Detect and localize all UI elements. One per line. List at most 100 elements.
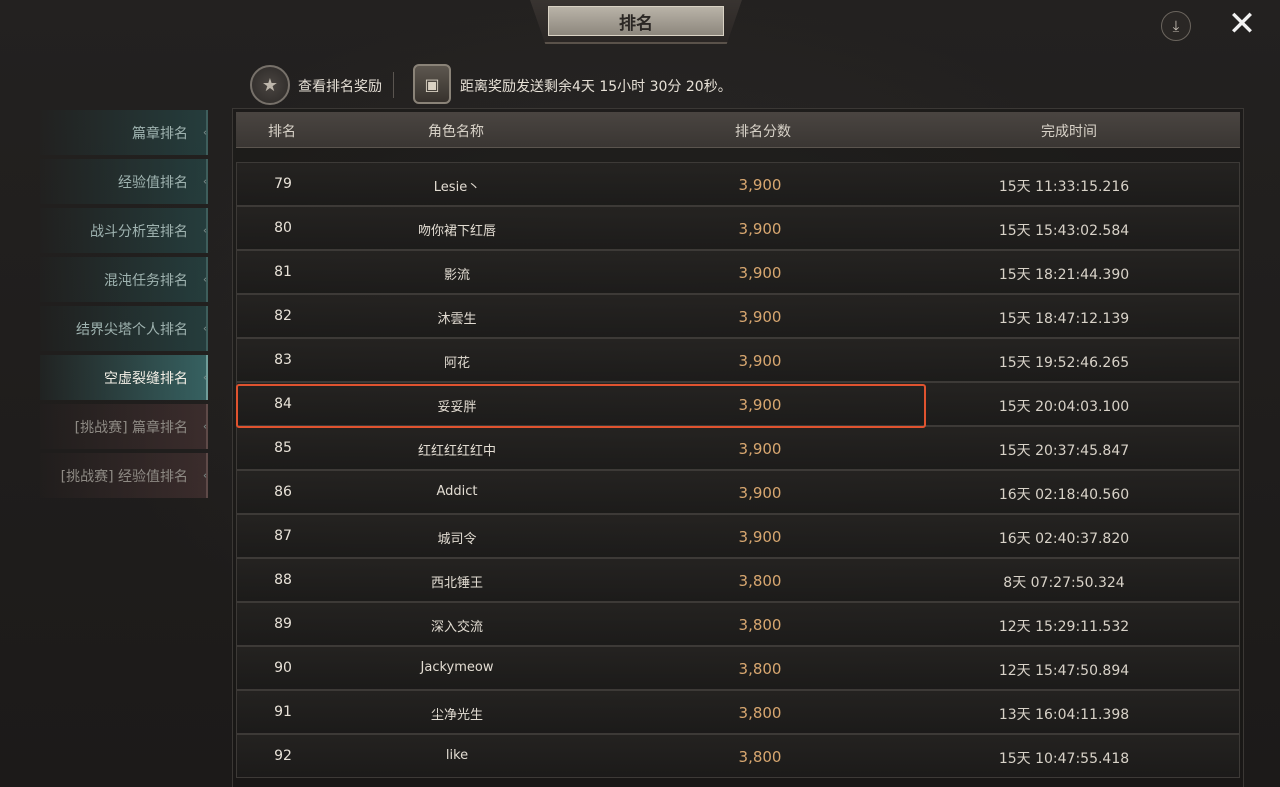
chevron-left-icon: ‹ (203, 176, 207, 187)
sidebar-item-label: 空虚裂缝排名 (104, 370, 188, 387)
column-header-score: 排名分数 (735, 124, 791, 140)
table-row[interactable]: 85 红红红红红中 3,900 15天 20:37:45.847 (236, 426, 1240, 470)
completion-time-cell: 15天 18:21:44.390 (998, 267, 1130, 283)
sidebar-item-label: 混沌任务排名 (104, 272, 188, 289)
reward-countdown-text: 距离奖励发送剩余4天 15小时 30分 20秒。 (460, 79, 732, 95)
rank-cell: 84 (274, 396, 292, 412)
table-row[interactable]: 87 城司令 3,900 16天 02:40:37.820 (236, 514, 1240, 558)
sidebar-item-chapter[interactable]: 篇章排名 ‹ (40, 110, 208, 155)
player-name-cell: Jackymeow (420, 660, 494, 675)
score-cell: 3,900 (738, 352, 782, 370)
close-icon[interactable]: ✕ (1224, 6, 1260, 42)
table-row[interactable]: 91 尘净光生 3,800 13天 16:04:11.398 (236, 690, 1240, 734)
table-row[interactable]: 80 吻你裙下红唇 3,900 15天 15:43:02.584 (236, 206, 1240, 250)
table-row[interactable]: 81 影流 3,900 15天 18:21:44.390 (236, 250, 1240, 294)
sidebar-item-label: [挑战赛] 经验值排名 (60, 468, 188, 485)
table-row[interactable]: 89 深入交流 3,800 12天 15:29:11.532 (236, 602, 1240, 646)
player-name-cell: like (445, 748, 469, 763)
download-arrow-icon[interactable]: ⤓ (1161, 11, 1191, 41)
score-cell: 3,900 (738, 528, 782, 546)
sidebar-item-tower-individual[interactable]: 结界尖塔个人排名 ‹ (40, 306, 208, 351)
rank-cell: 80 (274, 220, 292, 236)
score-cell: 3,800 (738, 660, 782, 678)
score-cell: 3,900 (738, 308, 782, 326)
rank-cell: 88 (274, 572, 292, 588)
completion-time-cell: 16天 02:18:40.560 (998, 487, 1130, 503)
completion-time-cell: 13天 16:04:11.398 (998, 707, 1130, 723)
rank-cell: 90 (274, 660, 292, 676)
view-rewards-link[interactable]: 查看排名奖励 (298, 76, 382, 96)
rank-cell: 91 (274, 704, 292, 720)
rank-cell: 79 (274, 176, 292, 192)
player-name-cell: 影流 (443, 268, 471, 283)
player-name-cell: 红红红红红中 (417, 444, 497, 459)
completion-time-cell: 15天 10:47:55.418 (998, 751, 1130, 767)
table-row[interactable]: 92 like 3,800 15天 10:47:55.418 (236, 734, 1240, 778)
table-row[interactable]: 90 Jackymeow 3,800 12天 15:47:50.894 (236, 646, 1240, 690)
table-row[interactable]: 84 妥妥胖 3,900 15天 20:04:03.100 (236, 382, 1240, 426)
chevron-left-icon: ‹ (203, 225, 207, 236)
rank-cell: 82 (274, 308, 292, 324)
rank-cell: 86 (274, 484, 292, 500)
completion-time-cell: 15天 18:47:12.139 (998, 311, 1130, 327)
sidebar-item-chaos-quest[interactable]: 混沌任务排名 ‹ (40, 257, 208, 302)
chevron-left-icon: ‹ (203, 470, 207, 481)
player-name-cell: 阿花 (443, 356, 471, 371)
sidebar-item-combat-analysis[interactable]: 战斗分析室排名 ‹ (40, 208, 208, 253)
chevron-left-icon: ‹ (203, 372, 207, 383)
rank-cell: 83 (274, 352, 292, 368)
table-row[interactable]: 83 阿花 3,900 15天 19:52:46.265 (236, 338, 1240, 382)
score-cell: 3,900 (738, 264, 782, 282)
rank-cell: 81 (274, 264, 292, 280)
score-cell: 3,800 (738, 572, 782, 590)
completion-time-cell: 12天 15:29:11.532 (998, 619, 1130, 635)
player-name-cell: 城司令 (437, 532, 477, 547)
completion-time-cell: 15天 19:52:46.265 (998, 355, 1130, 371)
rank-cell: 85 (274, 440, 292, 456)
column-header-name: 角色名称 (428, 124, 484, 140)
completion-time-cell: 16天 02:40:37.820 (998, 531, 1130, 547)
sidebar-item-challenge-chapter[interactable]: [挑战赛] 篇章排名 ‹ (40, 404, 208, 449)
table-row[interactable]: 86 Addict 3,900 16天 02:18:40.560 (236, 470, 1240, 514)
player-name-cell: 沐雲生 (437, 312, 477, 327)
score-cell: 3,900 (738, 176, 782, 194)
chevron-left-icon: ‹ (203, 274, 207, 285)
player-name-cell: Lesie丶 (433, 180, 481, 195)
player-name-cell: 吻你裙下红唇 (417, 224, 497, 239)
completion-time-cell: 15天 20:37:45.847 (998, 443, 1130, 459)
column-header-rank: 排名 (268, 124, 296, 140)
sidebar-item-void-rift[interactable]: 空虚裂缝排名 ‹ (40, 355, 208, 400)
treasure-chest-icon: ▣ (413, 64, 451, 104)
player-name-cell: 西北锤王 (430, 576, 484, 591)
score-cell: 3,900 (738, 220, 782, 238)
completion-time-cell: 15天 20:04:03.100 (998, 399, 1130, 415)
ranking-table-body[interactable]: 79 Lesie丶 3,900 15天 11:33:15.216 80 吻你裙下红唇 3,9… (236, 162, 1240, 778)
chevron-left-icon: ‹ (203, 127, 207, 138)
column-header-time: 完成时间 (1041, 124, 1097, 140)
sidebar-item-challenge-experience[interactable]: [挑战赛] 经验值排名 ‹ (40, 453, 208, 498)
rank-cell: 89 (274, 616, 292, 632)
player-name-cell: 深入交流 (430, 620, 484, 635)
player-name-cell: 尘净光生 (430, 708, 484, 723)
player-name-cell: 妥妥胖 (437, 400, 477, 415)
sidebar-item-experience[interactable]: 经验值排名 ‹ (40, 159, 208, 204)
completion-time-cell: 15天 15:43:02.584 (998, 223, 1130, 239)
trophy-icon[interactable]: ★ (250, 65, 290, 105)
table-row[interactable]: 82 沐雲生 3,900 15天 18:47:12.139 (236, 294, 1240, 338)
score-cell: 3,900 (738, 484, 782, 502)
score-cell: 3,800 (738, 704, 782, 722)
page-title: 排名 (548, 6, 724, 36)
ranking-category-sidebar: 篇章排名 ‹ 经验值排名 ‹ 战斗分析室排名 ‹ 混沌任务排名 ‹ 结界尖塔个人… (40, 110, 210, 502)
chevron-left-icon: ‹ (203, 323, 207, 334)
sidebar-item-label: 结界尖塔个人排名 (76, 321, 188, 338)
rank-cell: 92 (274, 748, 292, 764)
completion-time-cell: 15天 11:33:15.216 (998, 179, 1130, 195)
divider (393, 72, 394, 98)
table-row[interactable]: 88 西北锤王 3,800 8天 07:27:50.324 (236, 558, 1240, 602)
completion-time-cell: 12天 15:47:50.894 (998, 663, 1130, 679)
table-row[interactable]: 79 Lesie丶 3,900 15天 11:33:15.216 (236, 162, 1240, 206)
ranking-screen: 排名 ⤓ ✕ ★ 查看排名奖励 ▣ 距离奖励发送剩余4天 15小时 30分 20… (0, 0, 1280, 787)
chevron-left-icon: ‹ (203, 421, 207, 432)
rank-cell: 87 (274, 528, 292, 544)
sidebar-item-label: 战斗分析室排名 (90, 223, 188, 240)
